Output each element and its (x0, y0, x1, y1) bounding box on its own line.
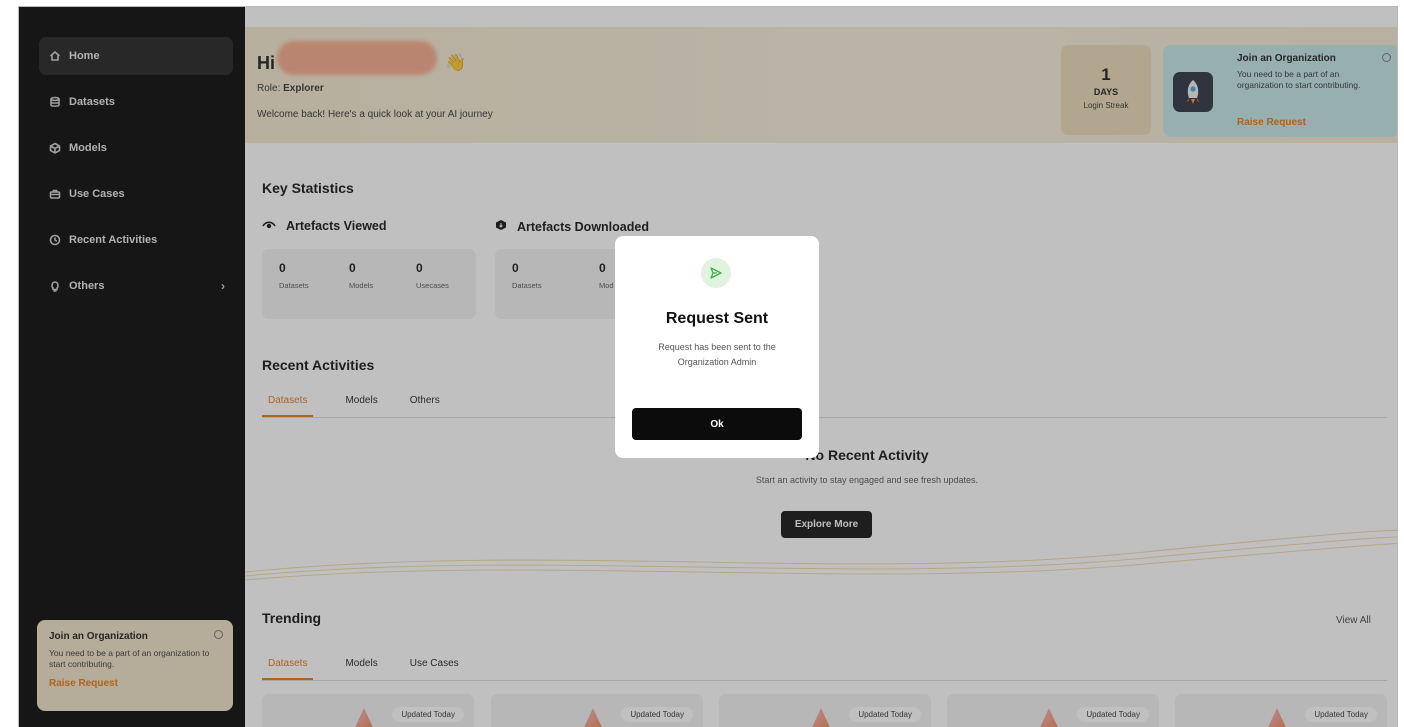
modal-description: Request has been sent to the Organizatio… (658, 342, 776, 367)
request-sent-modal: Request Sent Request has been sent to th… (615, 236, 819, 458)
ok-button[interactable]: Ok (632, 408, 802, 440)
modal-title: Request Sent (665, 310, 769, 327)
app-window: Home Datasets Models Use Cases Recent Ac… (18, 6, 1398, 727)
send-icon (701, 258, 731, 288)
